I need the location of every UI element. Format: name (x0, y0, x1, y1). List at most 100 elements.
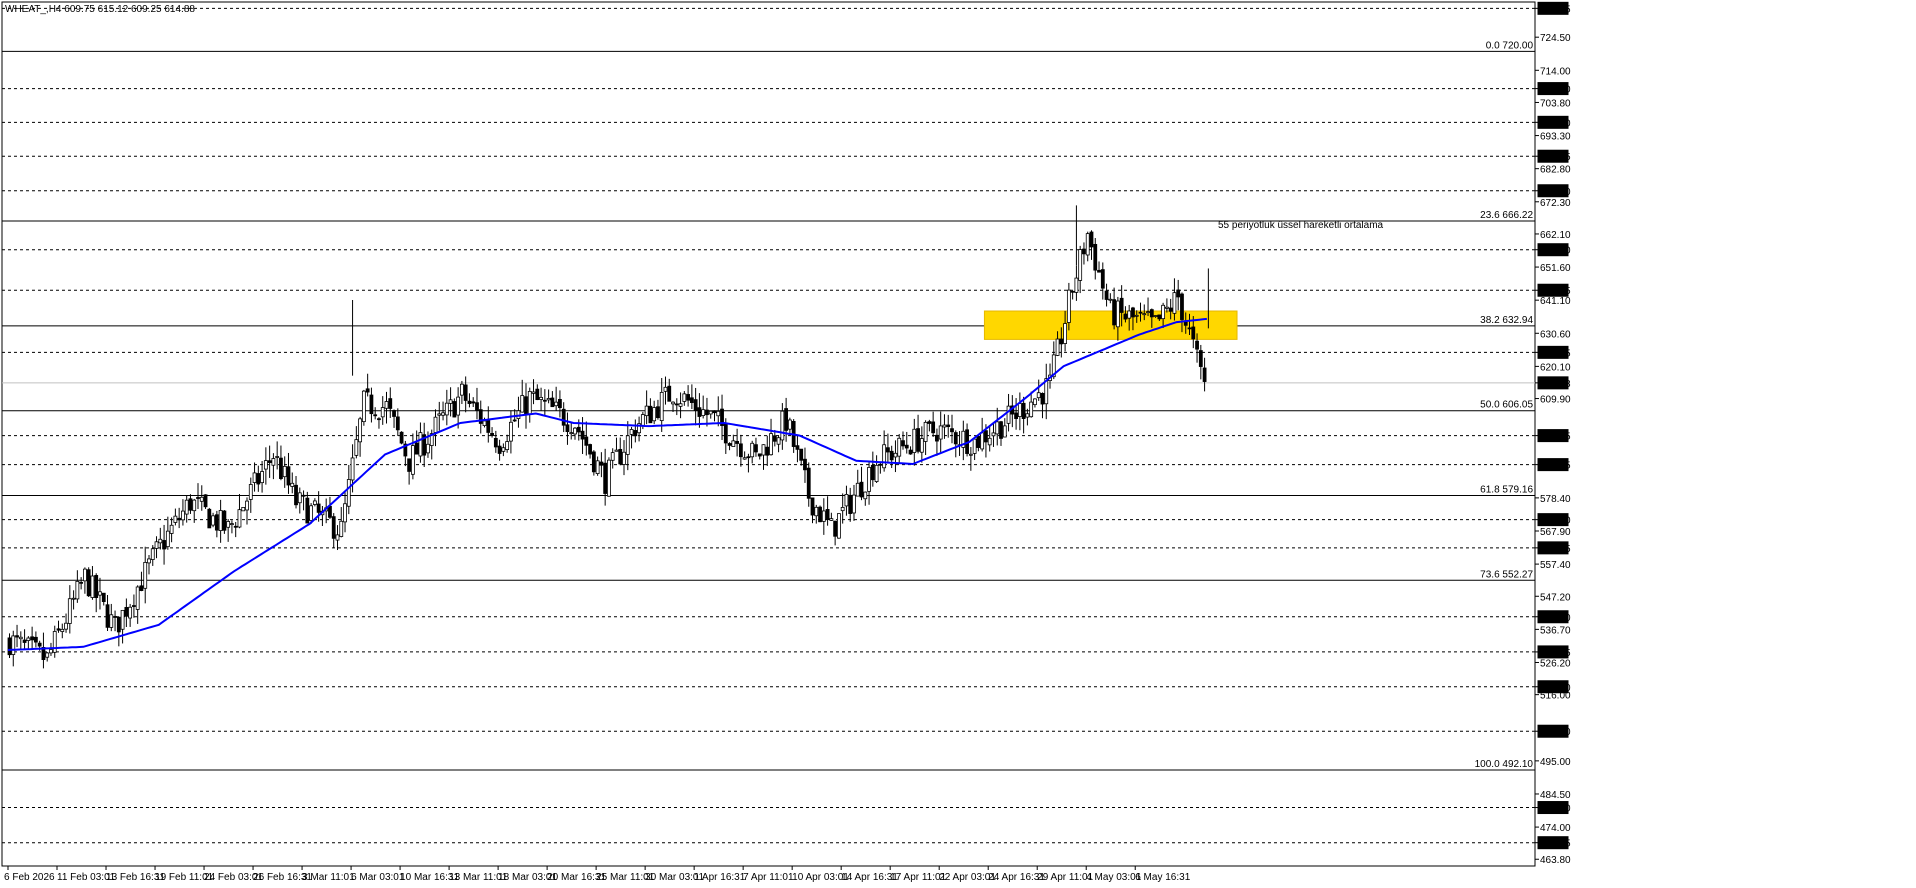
candle-body (686, 394, 690, 401)
candle-body (893, 452, 898, 458)
candle-body (1164, 306, 1169, 309)
candle-body (459, 383, 464, 396)
candle-body (56, 628, 61, 631)
candle-body (987, 437, 992, 446)
candle-body (410, 445, 415, 475)
candle-body (26, 637, 31, 641)
candle-body (908, 449, 913, 455)
candle-body (252, 472, 257, 483)
candle-body (11, 635, 16, 655)
candle-body (837, 513, 841, 539)
candle-body (105, 604, 110, 628)
candle-body (361, 390, 366, 423)
candle-body (810, 497, 815, 516)
candle-body (738, 443, 743, 458)
candle-body (444, 402, 449, 416)
candle-body (1149, 309, 1154, 318)
y-tick-label: 708.20 (1540, 85, 1571, 96)
fib-label: 61.8 579.16 (1480, 484, 1533, 495)
candle-body (346, 479, 351, 507)
candle-body (787, 419, 792, 430)
candle-body (120, 609, 125, 630)
y-tick-label: 697.50 (1540, 118, 1571, 129)
candle-body (953, 432, 958, 445)
candle-body (1002, 425, 1007, 438)
candle-body (735, 440, 740, 444)
candle (241, 507, 246, 512)
candle-body (124, 607, 129, 617)
candle-body (143, 561, 148, 589)
candle-body (83, 568, 87, 582)
y-tick-label: 557.40 (1540, 560, 1571, 571)
candle-body (1085, 233, 1090, 256)
candle-body (199, 496, 204, 502)
candle-body (33, 636, 38, 643)
candle-body (912, 428, 917, 453)
candle-body (848, 494, 853, 514)
candle-body (814, 506, 819, 517)
candle-body (968, 453, 973, 456)
y-tick-label: 562.55 (1540, 544, 1571, 555)
candle-body (467, 400, 472, 404)
y-tick-label: 657.10 (1540, 246, 1571, 257)
candle-body (874, 464, 879, 482)
fib-label: 23.6 666.22 (1480, 210, 1533, 221)
candle-body (622, 451, 626, 465)
candle-body (1176, 289, 1181, 298)
candle-body (923, 421, 928, 442)
candle-body (188, 498, 193, 511)
y-tick-label: 641.10 (1540, 296, 1571, 307)
candle-body (463, 384, 468, 401)
candle-body (984, 430, 988, 443)
candle-body (45, 652, 50, 658)
y-tick-label: 529.55 (1540, 648, 1571, 659)
candle-body (15, 635, 19, 638)
y-tick-label: 693.30 (1540, 132, 1571, 143)
y-tick-label: 598.15 (1540, 432, 1571, 443)
candle-body (614, 449, 619, 452)
candle-body (1142, 313, 1147, 316)
candle-body (1198, 350, 1203, 367)
candle-body (765, 446, 770, 456)
candle-body (505, 441, 510, 451)
candle-body (490, 432, 494, 436)
candle-body (610, 452, 615, 461)
candle-body (746, 456, 751, 459)
candle-body (603, 462, 608, 494)
x-tick-label: 4 May 03:01 (1086, 872, 1141, 883)
candle-body (1055, 338, 1060, 356)
candle-body (282, 465, 287, 478)
y-tick-label: 614.88 (1540, 379, 1571, 390)
candle-body (916, 428, 920, 452)
candle-body (806, 467, 811, 499)
y-tick-label: 588.95 (1540, 461, 1571, 472)
candle-body (995, 421, 1000, 435)
candle-body (1127, 310, 1132, 319)
price-chart[interactable]: 0.0 720.00 23.6 666.22 38.2 632.94 50.0 606… (0, 0, 1916, 888)
candle-body (475, 402, 479, 411)
candle-body (1187, 327, 1192, 330)
candle-body (214, 514, 219, 531)
candle-body (689, 397, 694, 403)
candle-body (218, 510, 223, 532)
candle-body (723, 423, 728, 444)
candle-body (113, 616, 117, 618)
candle-body (659, 391, 664, 422)
candle-body (256, 473, 261, 485)
candle-body (580, 430, 585, 440)
candle-body (177, 517, 182, 521)
candle-body (237, 509, 242, 528)
candle-body (267, 460, 272, 463)
candle-body (418, 432, 423, 457)
candle (86, 567, 91, 597)
candle-body (633, 430, 638, 437)
candle-body (497, 445, 502, 454)
candle-body (1108, 298, 1113, 301)
candle-body (301, 494, 306, 497)
candle-body (825, 509, 830, 521)
candle-body (248, 484, 253, 500)
y-tick-label: 651.60 (1540, 263, 1571, 274)
candle-body (471, 401, 476, 404)
candle-body (1059, 338, 1064, 345)
candle-body (784, 408, 789, 431)
